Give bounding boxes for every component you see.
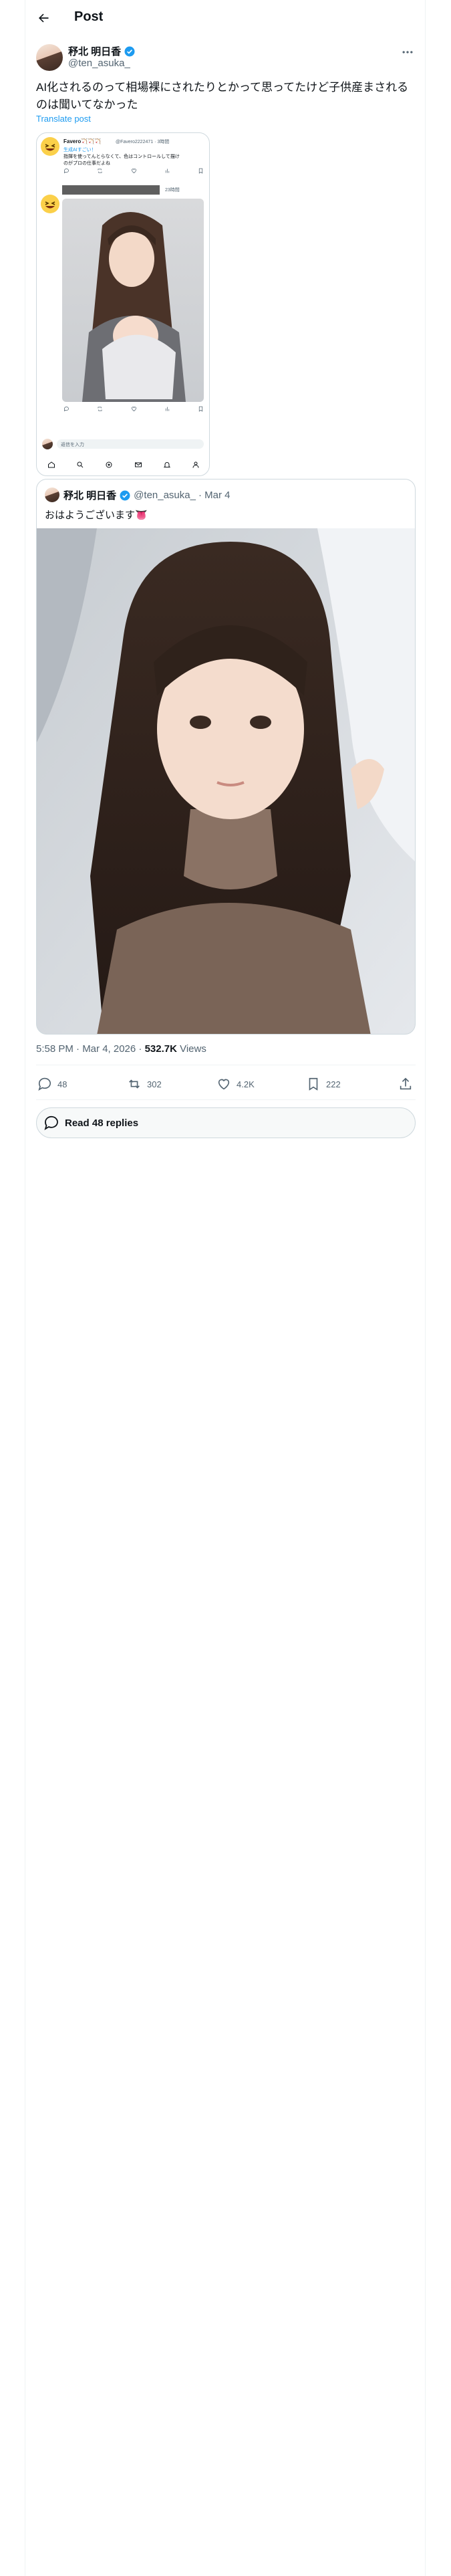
mini-stats-icon — [165, 169, 169, 173]
embedded-photo[interactable] — [62, 199, 204, 402]
mini-reply-icon — [64, 169, 69, 174]
like-count: 4.2K — [237, 1079, 255, 1089]
embedded-handle: @Favero2222471 · 3時間 — [116, 140, 170, 144]
embedded-action-row — [63, 168, 204, 175]
redaction-bar — [62, 185, 160, 195]
repost-count: 302 — [147, 1079, 162, 1089]
quoted-header: 𥝱北 明日香 @ten_asuka_ · Mar 4 — [63, 488, 230, 502]
repost-button[interactable]: 302 — [127, 1077, 162, 1091]
quoted-photo[interactable] — [37, 528, 415, 1034]
quoted-avatar — [45, 488, 59, 502]
main-column: Post 𥝱北 明日香 @ten_asuka_ AI化されるのって相場裸にされた… — [25, 0, 426, 2576]
embedded-line-1: 生成AIすごい！ — [63, 148, 96, 152]
mini-reply-icon — [64, 407, 69, 412]
mini-bookmark-icon — [198, 406, 203, 412]
mini-grok-icon — [106, 461, 112, 468]
laughing-emoji-icon — [41, 137, 59, 156]
embedded-tab-bar — [37, 457, 209, 473]
reply-button[interactable]: 48 — [37, 1077, 67, 1091]
mini-repost-icon — [98, 169, 102, 173]
verified-badge-icon — [124, 46, 135, 56]
mini-home-icon — [47, 461, 55, 468]
embedded-line-3: のがプロの仕事だよね — [63, 161, 110, 166]
tweet-text: AI化されるのって相場裸にされたりとかって思ってたけど子供産まされるのは聞いてな… — [36, 81, 409, 111]
laughing-emoji-icon-2 — [41, 195, 59, 213]
read-replies-label: Read 48 replies — [65, 1117, 139, 1129]
quoted-name: 𥝱北 明日香 — [63, 490, 117, 502]
heart-icon — [218, 1079, 230, 1090]
embedded-compose-input: 返信を入力 — [57, 439, 204, 449]
embedded-name: Favero🏹🏹🏹 — [63, 138, 102, 144]
like-button[interactable]: 4.2K — [216, 1077, 255, 1091]
bookmark-count: 222 — [326, 1079, 341, 1089]
embedded-action-row-2 — [63, 406, 204, 413]
quoted-handle: @ten_asuka_ — [134, 490, 196, 501]
read-replies-button[interactable]: Read 48 replies — [36, 1107, 416, 1138]
views-label: Views — [176, 1043, 206, 1055]
share-button[interactable] — [398, 1077, 413, 1091]
embedded-compose-row: 返信を入力 — [37, 437, 209, 451]
verified-badge-icon — [120, 490, 130, 500]
page-title: Post — [74, 9, 104, 24]
post-meta: 5:58 PM · Mar 4, 2026 · 532.7K Views — [36, 1043, 206, 1055]
mini-messages-icon — [134, 462, 142, 467]
reply-bubble-icon — [44, 1115, 58, 1130]
mini-avatar — [42, 439, 53, 449]
bookmark-icon — [309, 1077, 318, 1091]
views-count: 532.7K — [144, 1043, 177, 1055]
top-bar: Post — [25, 0, 426, 35]
mini-stats-icon — [165, 407, 169, 411]
mini-person-icon — [192, 461, 199, 468]
mini-like-icon — [131, 407, 136, 411]
embedded-screenshot[interactable]: Favero🏹🏹🏹 @Favero2222471 · 3時間 生成AIすごい！ … — [36, 132, 210, 476]
reply-icon — [38, 1077, 51, 1091]
embedded-badge: 23時間 — [165, 188, 180, 193]
mini-like-icon — [131, 169, 136, 173]
quoted-post[interactable]: 𥝱北 明日香 @ten_asuka_ · Mar 4 おはようございます👅 — [36, 479, 416, 1035]
back-arrow-icon[interactable] — [35, 9, 52, 27]
translate-post-link[interactable]: Translate post — [36, 114, 91, 124]
share-icon — [400, 1077, 412, 1090]
author-name[interactable]: 𥝱北 明日香 — [68, 44, 136, 58]
author-name-text: 𥝱北 明日香 — [68, 46, 122, 58]
mini-repost-icon — [98, 407, 102, 411]
author-handle[interactable]: @ten_asuka_ — [68, 58, 130, 69]
author-avatar[interactable] — [36, 44, 63, 71]
reply-count: 48 — [57, 1079, 67, 1089]
repost-icon — [129, 1079, 140, 1089]
mini-bookmark-icon — [198, 168, 203, 174]
bookmark-button[interactable]: 222 — [306, 1077, 341, 1091]
more-options-icon[interactable] — [401, 45, 414, 62]
mini-bell-icon — [163, 462, 171, 467]
mini-search-icon — [77, 461, 84, 468]
post-timestamp[interactable]: 5:58 PM · Mar 4, 2026 · — [36, 1043, 145, 1055]
divider-bottom — [36, 1099, 416, 1100]
quoted-date: · Mar 4 — [198, 490, 231, 501]
embedded-line-2: 指揮を使ってんとらなくて、色はコントロールして描け — [63, 154, 180, 159]
quoted-text: おはようございます👅 — [45, 510, 148, 521]
